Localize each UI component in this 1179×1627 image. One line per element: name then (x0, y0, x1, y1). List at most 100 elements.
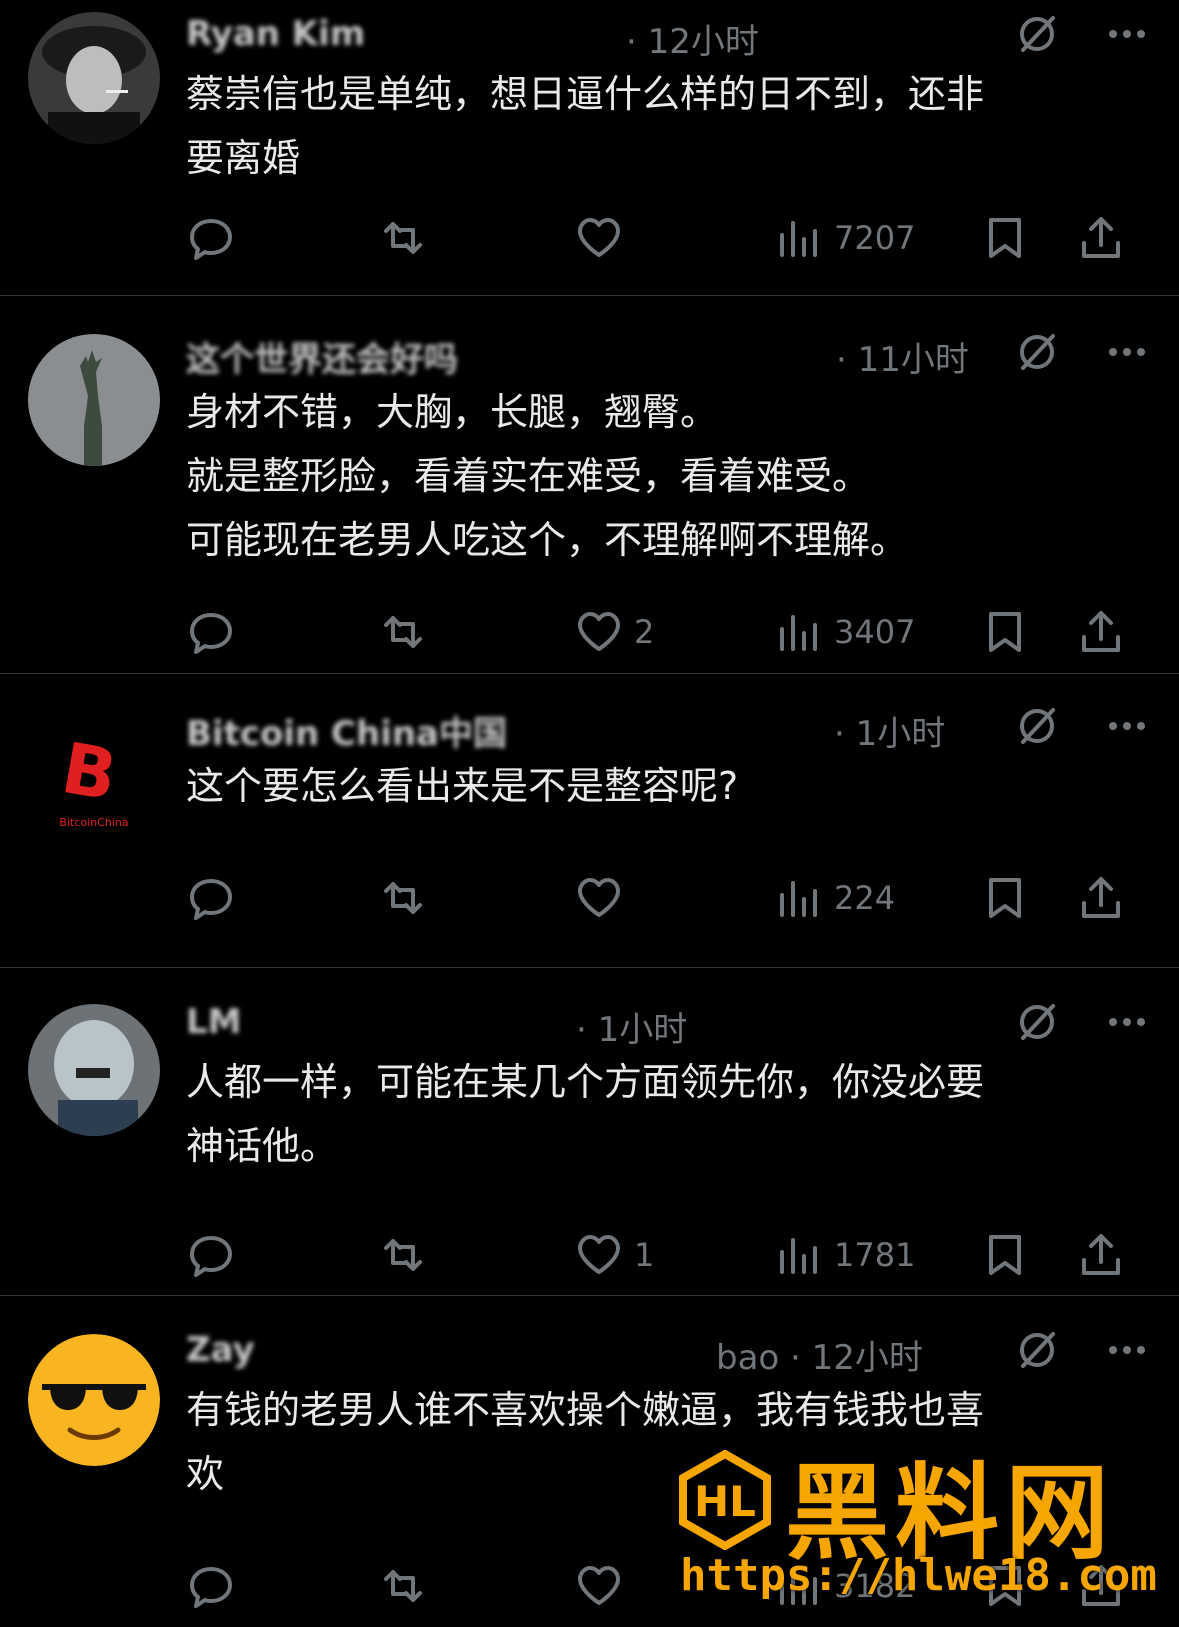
post-time[interactable]: bao · 12小时 (716, 1330, 923, 1379)
views-button[interactable]: 224 (774, 873, 895, 923)
heart-icon (578, 1235, 620, 1274)
grok-icon[interactable] (1015, 704, 1059, 748)
heart-icon (578, 1566, 620, 1605)
repost-button[interactable] (378, 1230, 428, 1280)
post-time[interactable]: · 11小时 (836, 332, 969, 381)
post-1[interactable]: Ryan Kim · 12小时 蔡崇信也是单纯，想日逼什么样的日不到，还非 要离… (0, 0, 1179, 296)
heart-icon (578, 612, 620, 651)
watermark: HL 黑料网 https://hlwe18.com (675, 1440, 1165, 1620)
view-count: 3407 (834, 613, 916, 651)
post-text-line: 人都一样，可能在某几个方面领先你，你没必要 (186, 1060, 985, 1104)
post-2[interactable]: 这个世界还会好吗 · 11小时 身材不错，大胸，长腿，翘臀。 就是整形脸，看着实… (0, 296, 1179, 674)
post-text: 蔡崇信也是单纯，想日逼什么样的日不到，还非 要离婚 (186, 62, 1139, 190)
reply-button[interactable] (186, 873, 236, 923)
reply-button[interactable] (186, 213, 236, 263)
post-text-line: 就是整形脸，看着实在难受，看着难受。 (186, 454, 871, 498)
bookmark-button[interactable] (980, 873, 1030, 923)
bookmark-button[interactable] (980, 607, 1030, 657)
post-text-line: 身材不错，大胸，长腿，翘臀。 (186, 390, 719, 434)
reply-icon (190, 879, 232, 920)
avatar[interactable] (28, 1004, 160, 1136)
watermark-logo: HL (675, 1449, 775, 1551)
post-text: 身材不错，大胸，长腿，翘臀。 就是整形脸，看着实在难受，看着难受。 可能现在老男… (186, 380, 1139, 572)
action-bar: 2 3407 (186, 607, 1151, 657)
post-text-line: 可能现在老男人吃这个，不理解啊不理解。 (186, 518, 909, 562)
grok-icon[interactable] (1015, 1000, 1059, 1044)
grok-icon[interactable] (1015, 12, 1059, 56)
share-button[interactable] (1076, 873, 1126, 923)
post-text-line: 神话他。 (186, 1124, 339, 1168)
heart-icon (578, 878, 620, 917)
like-count: 2 (634, 613, 655, 651)
more-icon[interactable] (1103, 330, 1151, 374)
repost-icon (384, 616, 422, 648)
views-button[interactable]: 7207 (774, 213, 915, 263)
share-button[interactable] (1076, 213, 1126, 263)
author-name[interactable]: Bitcoin China中国 (186, 706, 507, 755)
views-icon (780, 1238, 817, 1274)
like-button[interactable]: 1 (574, 1230, 654, 1280)
like-count: 1 (634, 1236, 655, 1274)
post-text-line: 蔡崇信也是单纯，想日逼什么样的日不到，还非 (186, 72, 985, 116)
bookmark-icon (989, 612, 1021, 652)
post-4[interactable]: LM · 1小时 人都一样，可能在某几个方面领先你，你没必要 神话他。 1 17… (0, 968, 1179, 1296)
share-icon (1082, 217, 1120, 258)
author-name[interactable]: Zay (186, 1330, 255, 1370)
more-icon[interactable] (1103, 1000, 1151, 1044)
more-icon[interactable] (1103, 12, 1151, 56)
post-time[interactable]: · 12小时 (626, 14, 759, 63)
action-bar: 7207 (186, 213, 1151, 263)
views-button[interactable]: 1781 (774, 1230, 915, 1280)
share-button[interactable] (1076, 1230, 1126, 1280)
repost-icon (384, 1570, 422, 1602)
author-name[interactable]: LM (186, 1002, 242, 1042)
view-count: 224 (834, 879, 896, 917)
repost-icon (384, 882, 422, 914)
post-text-line: 这个要怎么看出来是不是整容呢? (186, 764, 739, 808)
bookmark-icon (989, 218, 1021, 258)
post-text: 这个要怎么看出来是不是整容呢? (186, 754, 1139, 818)
avatar[interactable]: B BitcoinChina (28, 708, 160, 840)
repost-button[interactable] (378, 873, 428, 923)
bookmark-icon (989, 878, 1021, 918)
more-icon[interactable] (1103, 1328, 1151, 1372)
like-button[interactable] (574, 1561, 624, 1611)
reply-button[interactable] (186, 1561, 236, 1611)
more-icon[interactable] (1103, 704, 1151, 748)
author-name[interactable]: 这个世界还会好吗 (186, 332, 458, 381)
post-3[interactable]: B BitcoinChina Bitcoin China中国 · 1小时 这个要… (0, 674, 1179, 968)
reply-icon (190, 1567, 232, 1608)
watermark-url: https://hlwe18.com (680, 1550, 1157, 1601)
reply-icon (190, 219, 232, 260)
repost-button[interactable] (378, 213, 428, 263)
avatar-brand-text: BitcoinChina (59, 816, 128, 829)
repost-icon (384, 222, 422, 254)
grok-icon[interactable] (1015, 330, 1059, 374)
post-time[interactable]: · 1小时 (576, 1002, 687, 1051)
post-time[interactable]: · 1小时 (834, 706, 945, 755)
view-count: 1781 (834, 1236, 916, 1274)
author-name[interactable]: Ryan Kim (186, 14, 365, 54)
like-button[interactable] (574, 213, 624, 263)
like-button[interactable] (574, 873, 624, 923)
bookmark-button[interactable] (980, 1230, 1030, 1280)
avatar[interactable] (28, 334, 160, 466)
repost-button[interactable] (378, 1561, 428, 1611)
repost-button[interactable] (378, 607, 428, 657)
avatar[interactable] (28, 1334, 160, 1466)
action-bar: 1 1781 (186, 1230, 1151, 1280)
bookmark-button[interactable] (980, 213, 1030, 263)
avatar[interactable] (28, 12, 160, 144)
reply-icon (190, 613, 232, 654)
like-button[interactable]: 2 (574, 607, 654, 657)
reply-button[interactable] (186, 607, 236, 657)
post-text-line: 要离婚 (186, 136, 301, 180)
share-button[interactable] (1076, 607, 1126, 657)
grok-icon[interactable] (1015, 1328, 1059, 1372)
reply-button[interactable] (186, 1230, 236, 1280)
post-text: 人都一样，可能在某几个方面领先你，你没必要 神话他。 (186, 1050, 1139, 1178)
views-icon (780, 881, 817, 917)
heart-icon (578, 218, 620, 257)
bookmark-icon (989, 1235, 1021, 1275)
views-button[interactable]: 3407 (774, 607, 915, 657)
